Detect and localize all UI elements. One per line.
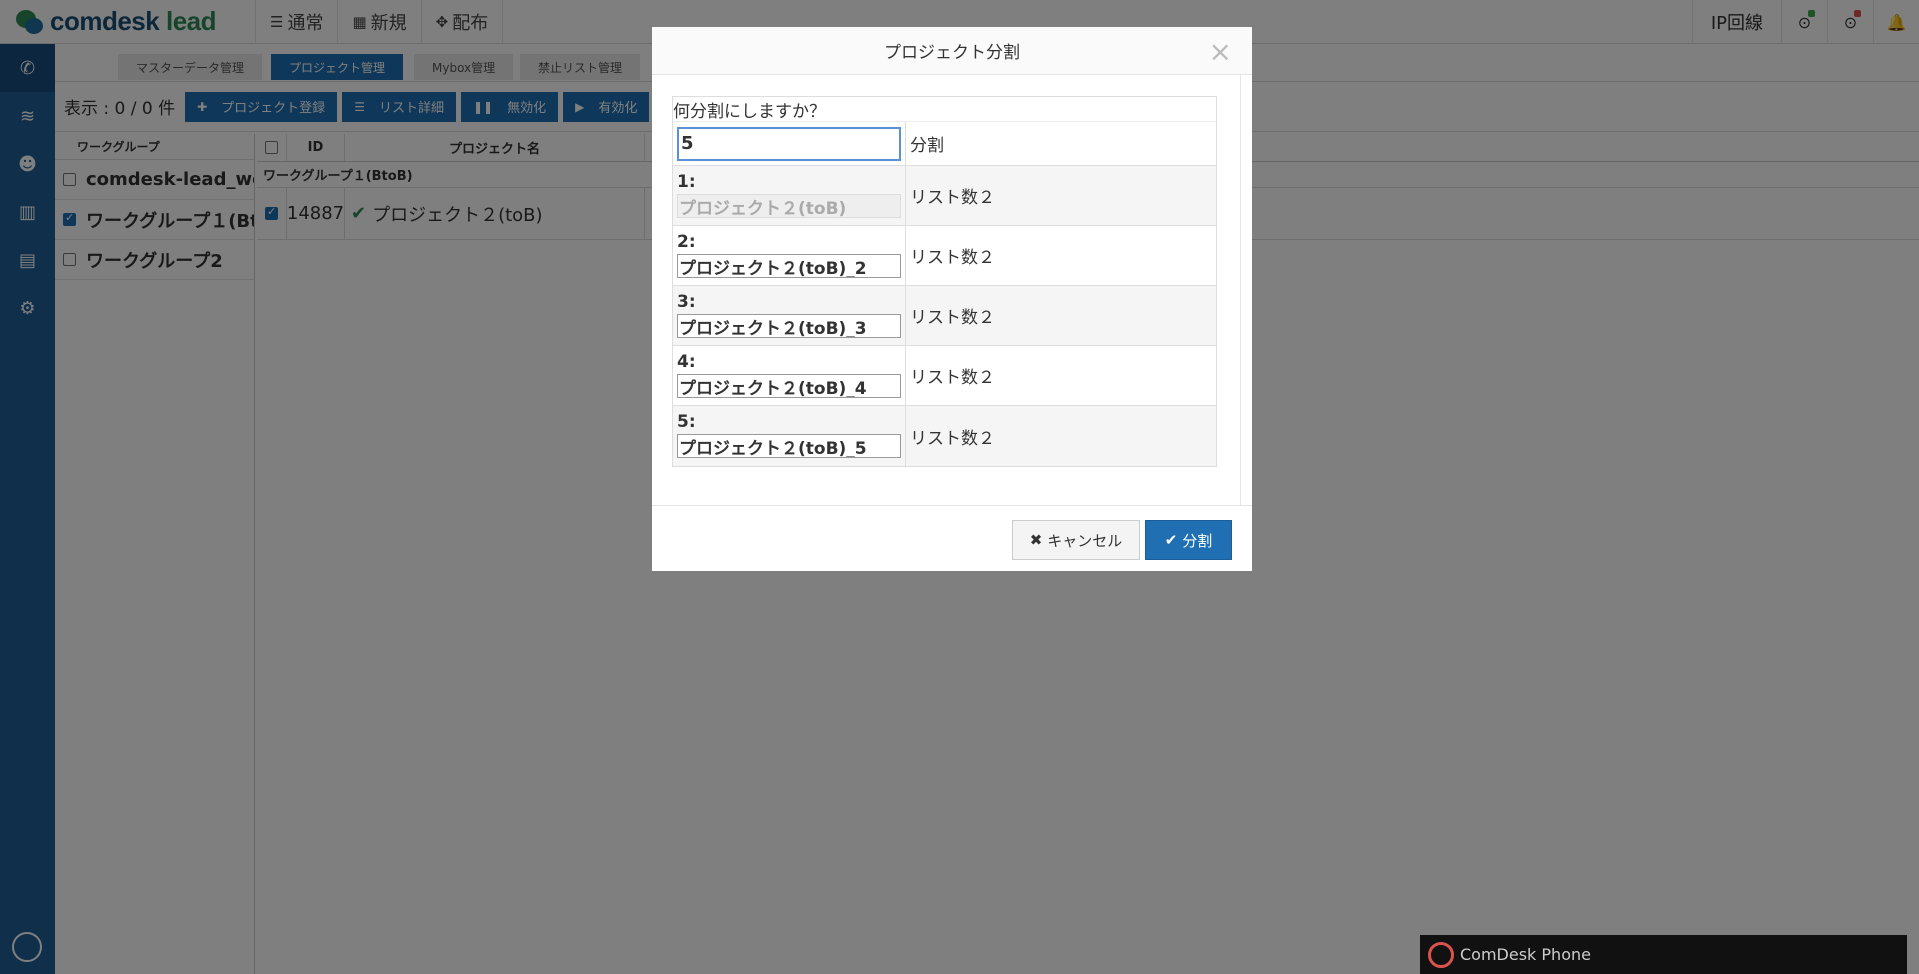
split-question: 何分割にしますか？ — [673, 97, 1216, 122]
part-number: 1: — [677, 172, 696, 192]
split-table: 何分割にしますか？ 5 分割 1: プロジェクト２(toB) リスト数２ 2: プロ… — [672, 96, 1217, 467]
part-list-count: リスト数２ — [910, 188, 995, 208]
part-name-input[interactable]: プロジェクト２(toB)_2 — [677, 254, 901, 278]
part-list-count: リスト数２ — [910, 248, 995, 268]
split-part-row: 4: プロジェクト２(toB)_4 リスト数２ — [673, 346, 1216, 406]
dialog-header: プロジェクト分割 × — [652, 27, 1252, 75]
cancel-label: キャンセル — [1047, 531, 1123, 550]
split-project-dialog: プロジェクト分割 × 何分割にしますか？ 5 分割 1: プロジェクト２(toB)… — [652, 27, 1252, 571]
split-button[interactable]: ✔ 分割 — [1145, 520, 1232, 560]
part-name-input: プロジェクト２(toB) — [677, 194, 901, 218]
part-list-count: リスト数２ — [910, 368, 995, 388]
cancel-button[interactable]: ✖ キャンセル — [1012, 520, 1140, 560]
split-count-unit: 分割 — [910, 136, 944, 156]
dialog-title: プロジェクト分割 — [884, 43, 1020, 63]
part-name-input[interactable]: プロジェクト２(toB)_3 — [677, 314, 901, 338]
part-list-count: リスト数２ — [910, 428, 995, 449]
part-number: 5: — [677, 412, 696, 432]
dialog-footer: ✖ キャンセル ✔ 分割 — [652, 505, 1252, 571]
split-label: 分割 — [1182, 531, 1213, 550]
part-name-input[interactable]: プロジェクト２(toB)_5 — [677, 434, 901, 458]
split-count-row: 5 分割 — [673, 122, 1216, 166]
check-icon: ✔ — [1164, 531, 1178, 549]
split-part-row: 2: プロジェクト２(toB)_2 リスト数２ — [673, 226, 1216, 286]
part-number: 2: — [677, 232, 696, 252]
comdesk-phone-widget[interactable]: ComDesk Phone — [1420, 935, 1907, 974]
split-part-row: 1: プロジェクト２(toB) リスト数２ — [673, 166, 1216, 226]
dialog-body: 何分割にしますか？ 5 分割 1: プロジェクト２(toB) リスト数２ 2: プロ… — [652, 75, 1252, 505]
part-name-input[interactable]: プロジェクト２(toB)_4 — [677, 374, 901, 398]
split-count-input[interactable]: 5 — [677, 126, 901, 161]
split-part-row: 5: プロジェクト２(toB)_5 リスト数２ — [673, 406, 1216, 466]
close-icon: ✖ — [1029, 531, 1043, 549]
part-list-count: リスト数２ — [910, 308, 995, 328]
split-part-row: 3: プロジェクト２(toB)_3 リスト数２ — [673, 286, 1216, 346]
phone-label: ComDesk Phone — [1460, 945, 1591, 964]
phone-logo-icon — [1428, 941, 1454, 968]
part-number: 3: — [677, 292, 696, 312]
part-number: 4: — [677, 352, 696, 372]
close-icon[interactable]: × — [1209, 35, 1232, 68]
dialog-scrollbar[interactable] — [1240, 75, 1252, 505]
